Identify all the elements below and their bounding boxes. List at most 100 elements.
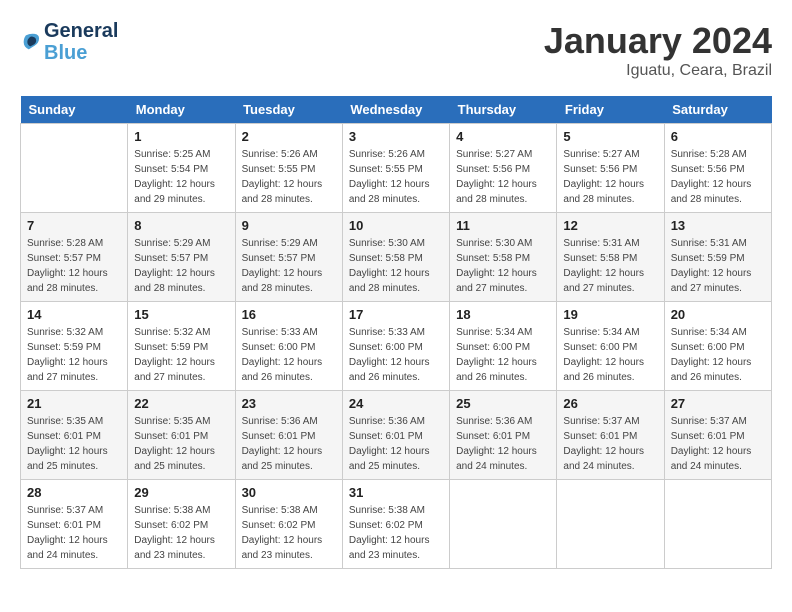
calendar-cell: 17Sunrise: 5:33 AMSunset: 6:00 PMDayligh…: [342, 302, 449, 391]
calendar-cell: 27 Sunrise: 5:37 AMSunset: 6:01 PMDayligh…: [664, 391, 771, 480]
header-wednesday: Wednesday: [342, 96, 449, 124]
page-header: General Blue January 2024 Iguatu, Ceara,…: [20, 20, 772, 80]
calendar-cell: 5Sunrise: 5:27 AMSunset: 5:56 PMDaylight…: [557, 124, 664, 213]
calendar-cell: 3 Sunrise: 5:26 AMSunset: 5:55 PMDaylight…: [342, 124, 449, 213]
day-number: 2: [242, 129, 336, 144]
day-number: 8: [134, 218, 228, 233]
calendar-cell: 14 Sunrise: 5:32 AMSunset: 5:59 PMDayligh…: [21, 302, 128, 391]
day-number: 27: [671, 396, 765, 411]
calendar-cell: 22Sunrise: 5:35 AMSunset: 6:01 PMDayligh…: [128, 391, 235, 480]
day-number: 21: [27, 396, 121, 411]
month-year-title: January 2024: [544, 20, 772, 62]
day-number: 28: [27, 485, 121, 500]
calendar-cell: 30 Sunrise: 5:38 AMSunset: 6:02 PMDayligh…: [235, 480, 342, 569]
day-number: 30: [242, 485, 336, 500]
day-number: 15: [134, 307, 228, 322]
day-info: Sunrise: 5:37 AMSunset: 6:01 PMDaylight:…: [27, 503, 121, 563]
day-number: 10: [349, 218, 443, 233]
calendar-cell: 28 Sunrise: 5:37 AMSunset: 6:01 PMDayligh…: [21, 480, 128, 569]
day-info: Sunrise: 5:30 AMSunset: 5:58 PMDaylight:…: [456, 236, 550, 296]
calendar-cell: 20Sunrise: 5:34 AMSunset: 6:00 PMDayligh…: [664, 302, 771, 391]
day-number: 24: [349, 396, 443, 411]
day-number: 1: [134, 129, 228, 144]
day-info: Sunrise: 5:34 AMSunset: 6:00 PMDaylight:…: [456, 325, 550, 385]
day-number: 16: [242, 307, 336, 322]
day-number: 13: [671, 218, 765, 233]
logo-icon: [20, 31, 42, 53]
day-number: 23: [242, 396, 336, 411]
logo-text-line1: General: [44, 20, 118, 42]
calendar-cell: 1 Sunrise: 5:25 AMSunset: 5:54 PMDaylight…: [128, 124, 235, 213]
title-block: January 2024 Iguatu, Ceara, Brazil: [544, 20, 772, 80]
day-number: 31: [349, 485, 443, 500]
day-info: Sunrise: 5:36 AMSunset: 6:01 PMDaylight:…: [242, 414, 336, 474]
day-number: 6: [671, 129, 765, 144]
calendar-cell: [21, 124, 128, 213]
day-info: Sunrise: 5:26 AMSunset: 5:55 PMDaylight:…: [242, 147, 336, 207]
day-number: 5: [563, 129, 657, 144]
day-info: Sunrise: 5:35 AMSunset: 6:01 PMDaylight:…: [27, 414, 121, 474]
calendar-cell: 8 Sunrise: 5:29 AMSunset: 5:57 PMDaylight…: [128, 213, 235, 302]
day-info: Sunrise: 5:36 AMSunset: 6:01 PMDaylight:…: [349, 414, 443, 474]
calendar-cell: 25Sunrise: 5:36 AMSunset: 6:01 PMDayligh…: [450, 391, 557, 480]
calendar-cell: 19Sunrise: 5:34 AMSunset: 6:00 PMDayligh…: [557, 302, 664, 391]
day-number: 14: [27, 307, 121, 322]
calendar-cell: 15 Sunrise: 5:32 AMSunset: 5:59 PMDayligh…: [128, 302, 235, 391]
day-info: Sunrise: 5:37 AMSunset: 6:01 PMDaylight:…: [671, 414, 765, 474]
calendar-week-2: 7 Sunrise: 5:28 AMSunset: 5:57 PMDaylight…: [21, 213, 772, 302]
day-info: Sunrise: 5:26 AMSunset: 5:55 PMDaylight:…: [349, 147, 443, 207]
header-tuesday: Tuesday: [235, 96, 342, 124]
day-info: Sunrise: 5:29 AMSunset: 5:57 PMDaylight:…: [134, 236, 228, 296]
day-info: Sunrise: 5:35 AMSunset: 6:01 PMDaylight:…: [134, 414, 228, 474]
logo-text-line2: Blue: [44, 42, 118, 64]
location-subtitle: Iguatu, Ceara, Brazil: [544, 62, 772, 80]
header-sunday: Sunday: [21, 96, 128, 124]
day-info: Sunrise: 5:32 AMSunset: 5:59 PMDaylight:…: [27, 325, 121, 385]
day-info: Sunrise: 5:25 AMSunset: 5:54 PMDaylight:…: [134, 147, 228, 207]
day-info: Sunrise: 5:32 AMSunset: 5:59 PMDaylight:…: [134, 325, 228, 385]
calendar-cell: 2 Sunrise: 5:26 AMSunset: 5:55 PMDaylight…: [235, 124, 342, 213]
calendar-cell: 21 Sunrise: 5:35 AMSunset: 6:01 PMDayligh…: [21, 391, 128, 480]
calendar-cell: 24 Sunrise: 5:36 AMSunset: 6:01 PMDayligh…: [342, 391, 449, 480]
day-info: Sunrise: 5:30 AMSunset: 5:58 PMDaylight:…: [349, 236, 443, 296]
calendar-cell: [664, 480, 771, 569]
calendar-cell: 23 Sunrise: 5:36 AMSunset: 6:01 PMDayligh…: [235, 391, 342, 480]
day-info: Sunrise: 5:38 AMSunset: 6:02 PMDaylight:…: [242, 503, 336, 563]
day-info: Sunrise: 5:38 AMSunset: 6:02 PMDaylight:…: [349, 503, 443, 563]
day-info: Sunrise: 5:36 AMSunset: 6:01 PMDaylight:…: [456, 414, 550, 474]
day-number: 4: [456, 129, 550, 144]
day-info: Sunrise: 5:27 AMSunset: 5:56 PMDaylight:…: [456, 147, 550, 207]
day-info: Sunrise: 5:38 AMSunset: 6:02 PMDaylight:…: [134, 503, 228, 563]
calendar-header-row: SundayMondayTuesdayWednesdayThursdayFrid…: [21, 96, 772, 124]
calendar-cell: 9Sunrise: 5:29 AMSunset: 5:57 PMDaylight…: [235, 213, 342, 302]
day-info: Sunrise: 5:33 AMSunset: 6:00 PMDaylight:…: [349, 325, 443, 385]
calendar-cell: 18 Sunrise: 5:34 AMSunset: 6:00 PMDayligh…: [450, 302, 557, 391]
calendar-cell: [557, 480, 664, 569]
day-info: Sunrise: 5:28 AMSunset: 5:57 PMDaylight:…: [27, 236, 121, 296]
day-number: 29: [134, 485, 228, 500]
calendar-cell: 26 Sunrise: 5:37 AMSunset: 6:01 PMDayligh…: [557, 391, 664, 480]
calendar-cell: 13 Sunrise: 5:31 AMSunset: 5:59 PMDayligh…: [664, 213, 771, 302]
day-info: Sunrise: 5:28 AMSunset: 5:56 PMDaylight:…: [671, 147, 765, 207]
header-saturday: Saturday: [664, 96, 771, 124]
day-number: 7: [27, 218, 121, 233]
day-number: 18: [456, 307, 550, 322]
calendar-cell: 6 Sunrise: 5:28 AMSunset: 5:56 PMDaylight…: [664, 124, 771, 213]
header-thursday: Thursday: [450, 96, 557, 124]
day-number: 19: [563, 307, 657, 322]
calendar-table: SundayMondayTuesdayWednesdayThursdayFrid…: [20, 96, 772, 569]
calendar-cell: 29 Sunrise: 5:38 AMSunset: 6:02 PMDayligh…: [128, 480, 235, 569]
day-info: Sunrise: 5:34 AMSunset: 6:00 PMDaylight:…: [671, 325, 765, 385]
calendar-week-1: 1 Sunrise: 5:25 AMSunset: 5:54 PMDaylight…: [21, 124, 772, 213]
day-number: 3: [349, 129, 443, 144]
calendar-cell: 7 Sunrise: 5:28 AMSunset: 5:57 PMDaylight…: [21, 213, 128, 302]
day-info: Sunrise: 5:37 AMSunset: 6:01 PMDaylight:…: [563, 414, 657, 474]
day-number: 26: [563, 396, 657, 411]
calendar-cell: 10 Sunrise: 5:30 AMSunset: 5:58 PMDayligh…: [342, 213, 449, 302]
day-info: Sunrise: 5:31 AMSunset: 5:59 PMDaylight:…: [671, 236, 765, 296]
calendar-cell: 16Sunrise: 5:33 AMSunset: 6:00 PMDayligh…: [235, 302, 342, 391]
calendar-cell: 12Sunrise: 5:31 AMSunset: 5:58 PMDayligh…: [557, 213, 664, 302]
calendar-week-3: 14 Sunrise: 5:32 AMSunset: 5:59 PMDayligh…: [21, 302, 772, 391]
day-number: 9: [242, 218, 336, 233]
logo: General Blue: [20, 20, 118, 64]
